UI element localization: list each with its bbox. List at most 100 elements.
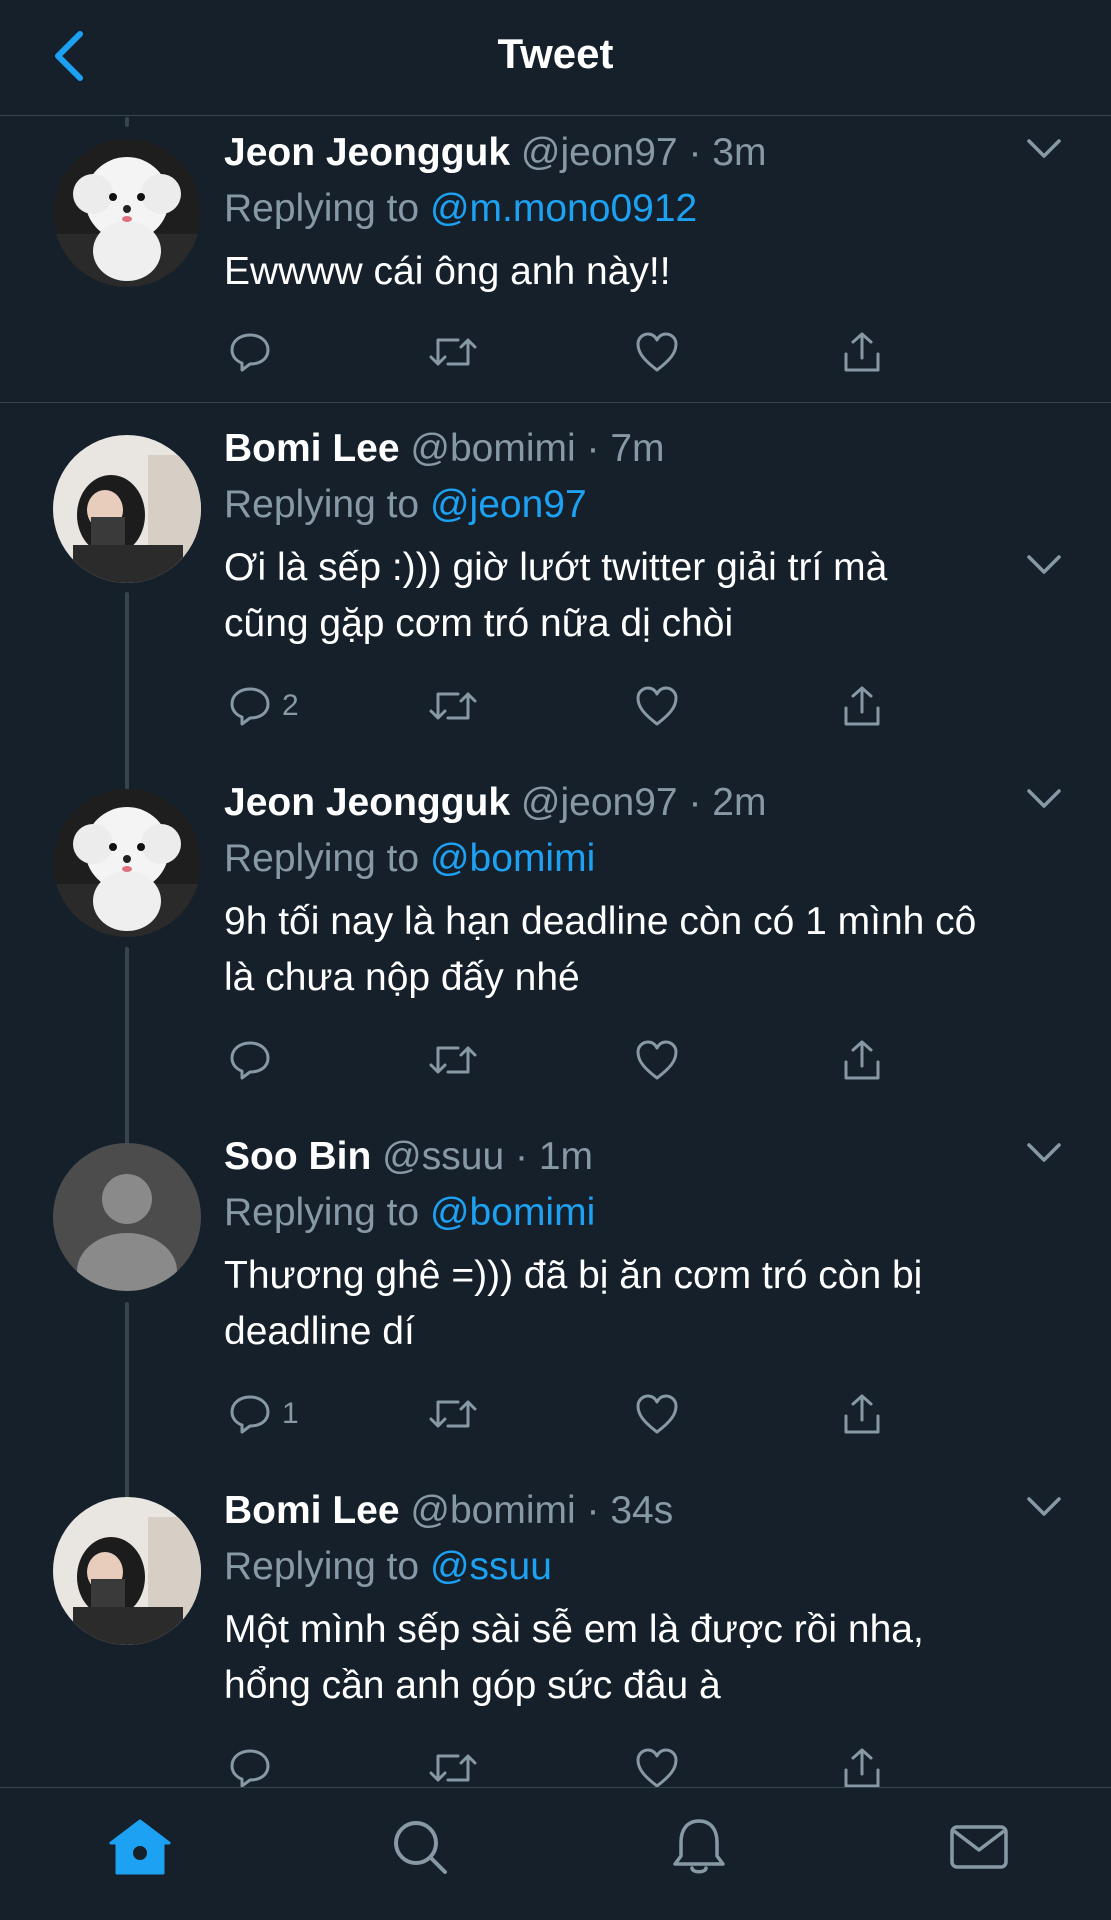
reply-count: 1	[282, 1397, 299, 1430]
reply-button[interactable]	[228, 1738, 282, 1787]
share-button[interactable]	[840, 1384, 884, 1444]
display-name[interactable]: Bomi Lee	[224, 427, 400, 470]
white-dog-avatar[interactable]	[53, 139, 201, 287]
separator-dot: ·	[688, 781, 702, 824]
tweet-actions: 1	[224, 1384, 924, 1444]
tweet-text-line: Thương ghê =))) đã bị ăn cơm tró còn bị	[224, 1254, 923, 1297]
retweet-icon	[429, 1400, 477, 1428]
mention-link[interactable]: @bomimi	[430, 837, 595, 880]
share-icon	[844, 332, 880, 372]
replying-to-label: Replying to	[224, 837, 420, 880]
reply-button[interactable]: 2	[228, 676, 299, 736]
share-button[interactable]	[840, 1738, 884, 1787]
retweet-button[interactable]	[428, 322, 478, 382]
retweet-button[interactable]	[428, 1384, 478, 1444]
default-user-avatar[interactable]	[53, 1143, 201, 1291]
mention-link[interactable]: @bomimi	[430, 1191, 595, 1234]
tweet[interactable]: Soo Bin @ssuu · 1m Replying to @bomimi T…	[224, 1134, 1061, 1360]
tweet-text-line: Ơi là sếp :))) giờ lướt twitter giải trí…	[224, 546, 888, 589]
share-button[interactable]	[840, 1030, 884, 1090]
retweet-icon	[429, 1754, 477, 1782]
reply-count: 2	[282, 689, 299, 722]
reply-icon	[230, 1395, 270, 1434]
display-name[interactable]: Jeon Jeongguk	[224, 131, 510, 174]
timestamp: 3m	[712, 131, 767, 174]
user-handle[interactable]: @ssuu	[382, 1135, 504, 1178]
tweet[interactable]: Bomi Lee @bomimi · 7m Replying to @jeon9…	[224, 426, 1061, 652]
tweet-actions	[224, 322, 924, 382]
reply-thread[interactable]: Jeon Jeongguk @jeon97 · 3m Replying to @…	[0, 117, 1111, 1787]
tab-notifications[interactable]	[664, 1812, 734, 1882]
like-button[interactable]	[634, 322, 680, 382]
reply-button[interactable]: 1	[228, 1384, 299, 1444]
like-button[interactable]	[634, 1738, 680, 1787]
replying-to-label: Replying to	[224, 483, 420, 526]
page-title: Tweet	[497, 30, 614, 77]
user-handle[interactable]: @bomimi	[410, 427, 575, 470]
girl-photo-avatar[interactable]	[53, 1497, 201, 1645]
heart-icon	[636, 686, 678, 726]
tab-home[interactable]	[105, 1812, 175, 1882]
retweet-icon	[429, 1046, 477, 1074]
user-handle[interactable]: @jeon97	[521, 781, 678, 824]
share-icon	[844, 686, 880, 726]
display-name[interactable]: Soo Bin	[224, 1135, 371, 1178]
mention-link[interactable]: @ssuu	[430, 1545, 552, 1588]
replying-to: Replying to @ssuu	[224, 1544, 1061, 1590]
heart-icon	[636, 332, 678, 372]
display-name[interactable]: Bomi Lee	[224, 1489, 400, 1532]
mention-link[interactable]: @m.mono0912	[430, 187, 697, 230]
tweet[interactable]: Jeon Jeongguk @jeon97 · 2m Replying to @…	[224, 780, 1061, 1006]
tweet-text-line: Một mình sếp sài sễ em là được rồi nha,	[224, 1608, 924, 1651]
reply-button[interactable]	[228, 322, 282, 382]
tweet-header: Jeon Jeongguk @jeon97 · 2m	[224, 780, 1061, 826]
retweet-icon	[429, 692, 477, 720]
tweet-header: Bomi Lee @bomimi · 34s	[224, 1488, 1061, 1534]
tweet-text: Ơi là sếp :))) giờ lướt twitter giải trí…	[224, 540, 1061, 652]
timestamp: 2m	[712, 781, 767, 824]
share-button[interactable]	[840, 322, 884, 382]
tweet-header: Jeon Jeongguk @jeon97 · 3m	[224, 130, 1061, 176]
heart-icon	[636, 1394, 678, 1434]
retweet-icon	[429, 338, 477, 366]
retweet-button[interactable]	[428, 1738, 478, 1787]
tweet[interactable]: Bomi Lee @bomimi · 34s Replying to @ssuu…	[224, 1488, 1061, 1714]
separator-dot: ·	[586, 427, 600, 470]
reply-icon	[230, 333, 270, 372]
mail-icon	[950, 1825, 1008, 1869]
replying-to-label: Replying to	[224, 1545, 420, 1588]
display-name[interactable]: Jeon Jeongguk	[224, 781, 510, 824]
girl-photo-avatar[interactable]	[53, 435, 201, 583]
reply-button[interactable]	[228, 1030, 282, 1090]
tweet-text: 9h tối nay là hạn deadline còn có 1 mình…	[224, 894, 1061, 1006]
replying-to: Replying to @bomimi	[224, 1190, 1061, 1236]
white-dog-avatar[interactable]	[53, 789, 201, 937]
tab-messages[interactable]	[944, 1812, 1014, 1882]
user-handle[interactable]: @bomimi	[410, 1489, 575, 1532]
replying-to-label: Replying to	[224, 187, 420, 230]
tweet-text-line: deadline dí	[224, 1310, 415, 1353]
separator-dot: ·	[688, 131, 702, 174]
retweet-button[interactable]	[428, 1030, 478, 1090]
tab-search[interactable]	[385, 1812, 455, 1882]
share-icon	[844, 1394, 880, 1434]
tweet-header: Soo Bin @ssuu · 1m	[224, 1134, 1061, 1180]
tweet-text: Thương ghê =))) đã bị ăn cơm tró còn bị …	[224, 1248, 1061, 1360]
user-handle[interactable]: @jeon97	[521, 131, 678, 174]
divider	[0, 402, 1111, 403]
top-bar: Tweet	[0, 0, 1111, 116]
like-button[interactable]	[634, 676, 680, 736]
tweet-actions: 2	[224, 676, 924, 736]
mention-link[interactable]: @jeon97	[430, 483, 587, 526]
separator-dot: ·	[586, 1489, 600, 1532]
reply-icon	[230, 1749, 270, 1787]
tweet-text-line: hổng cần anh góp sức đâu à	[224, 1664, 721, 1707]
retweet-button[interactable]	[428, 676, 478, 736]
reply-icon	[230, 687, 270, 726]
share-button[interactable]	[840, 676, 884, 736]
like-button[interactable]	[634, 1030, 680, 1090]
replying-to-label: Replying to	[224, 1191, 420, 1234]
separator-dot: ·	[515, 1135, 528, 1178]
tweet-header: Bomi Lee @bomimi · 7m	[224, 426, 1061, 472]
like-button[interactable]	[634, 1384, 680, 1444]
